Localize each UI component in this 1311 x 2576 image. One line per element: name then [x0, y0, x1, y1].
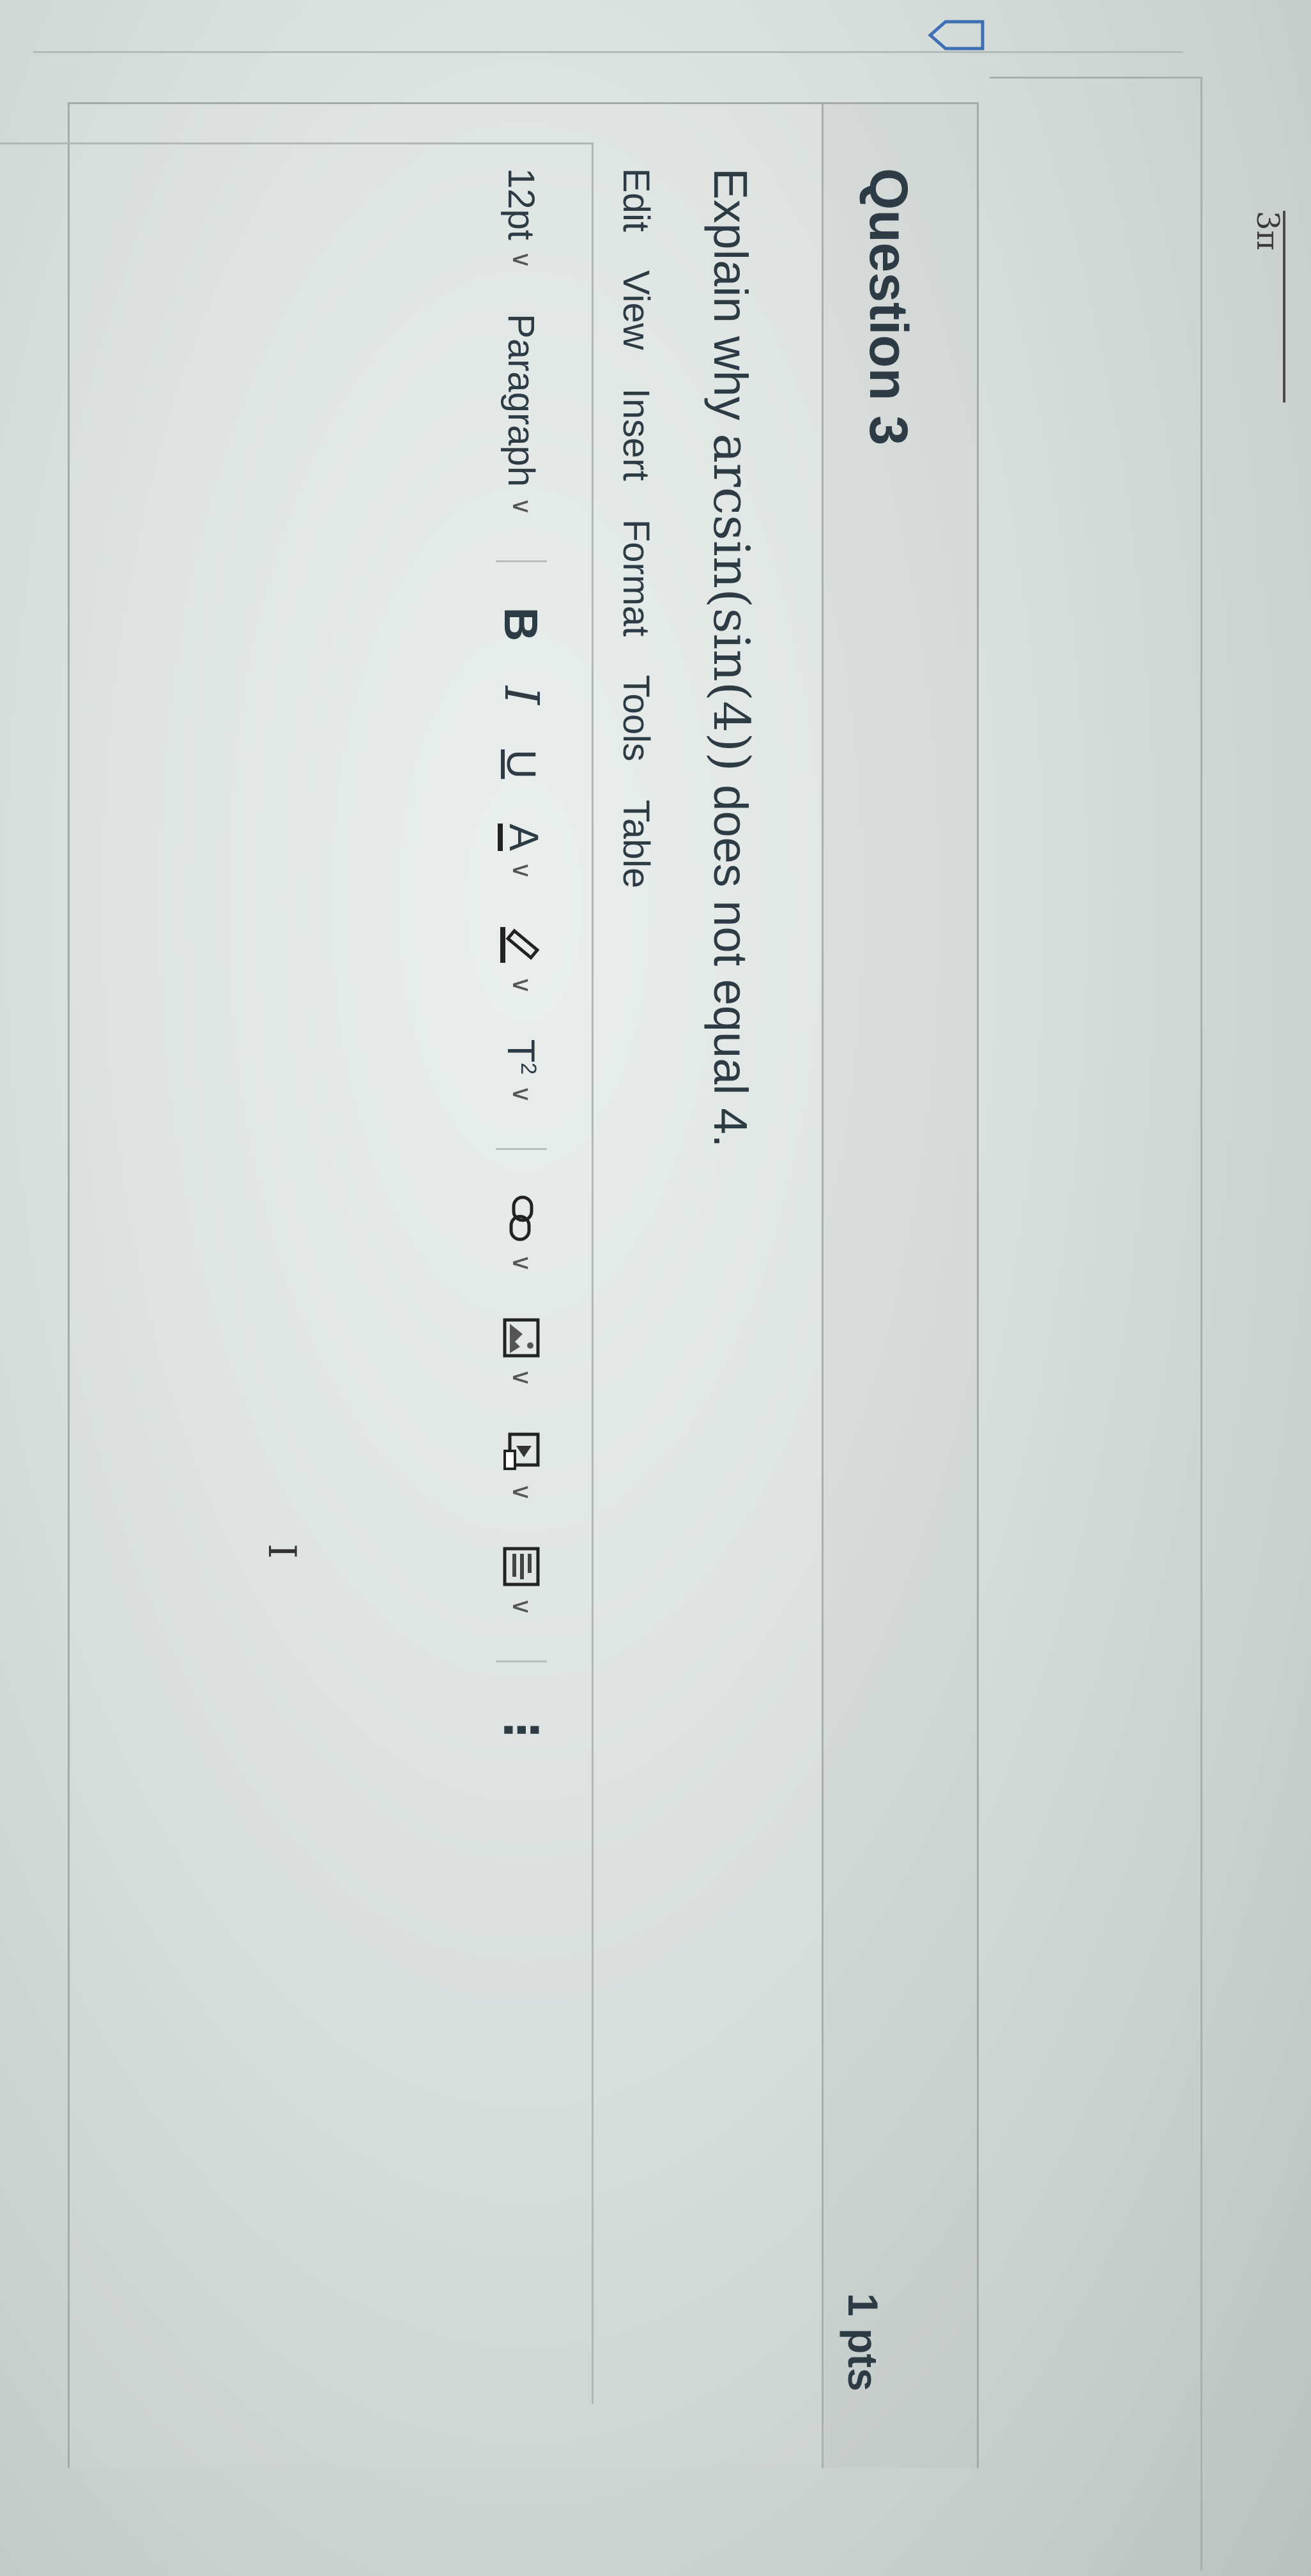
previous-answer-box [990, 77, 1202, 2570]
math-expression: arcsin(sin(4)) [702, 433, 760, 772]
question-text-prefix: Explain why [704, 168, 757, 434]
menu-tools[interactable]: Tools [615, 675, 657, 761]
font-size-value: 12pt [500, 168, 542, 240]
bold-button[interactable]: B [494, 607, 549, 641]
left-divider [33, 51, 1183, 53]
image-icon [503, 1318, 540, 1358]
link-icon [509, 1195, 533, 1241]
block-format-select[interactable]: Paragraph ∨ [500, 314, 543, 516]
document-button[interactable]: ∨ [502, 1546, 540, 1616]
question-header: Question 3 1 pts [822, 104, 977, 2468]
chevron-down-icon: ∨ [507, 1368, 535, 1387]
question-card: Question 3 1 pts Explain why arcsin(sin(… [0, 102, 979, 2468]
font-size-select[interactable]: 12pt ∨ [500, 168, 543, 269]
block-format-value: Paragraph [500, 314, 542, 487]
menu-format[interactable]: Format [615, 519, 657, 637]
chevron-down-icon: ∨ [507, 976, 535, 995]
chevron-down-icon: ∨ [507, 497, 535, 516]
menu-edit[interactable]: Edit [615, 168, 657, 232]
editor-menubar: Edit View Insert Format Tools Table [615, 168, 657, 888]
more-icon[interactable]: ⋮ [495, 1707, 548, 1748]
image-button[interactable]: ∨ [502, 1317, 540, 1387]
toolbar-divider [496, 560, 547, 563]
chevron-down-icon: ∨ [507, 861, 535, 880]
underline-button[interactable]: U [498, 749, 545, 779]
document-icon [503, 1547, 540, 1586]
chevron-down-icon: ∨ [507, 1085, 535, 1104]
superscript-mark: 2 [516, 1062, 541, 1075]
superscript-label: T [500, 1039, 543, 1063]
media-icon [503, 1432, 540, 1470]
text-cursor-icon: I [259, 1544, 304, 1559]
rich-content-editor: Edit View Insert Format Tools Table I 12… [0, 142, 657, 2417]
highlight-button[interactable]: ∨ [499, 924, 544, 994]
link-button[interactable]: ∨ [502, 1195, 540, 1273]
photo-background: 3π Question 3 1 pts Explain why arcsin(s… [0, 0, 1311, 2576]
screen: 3π Question 3 1 pts Explain why arcsin(s… [0, 0, 1311, 2576]
question-text: Explain why arcsin(sin(4)) does not equa… [702, 168, 760, 1147]
menu-insert[interactable]: Insert [615, 388, 657, 481]
menu-table[interactable]: Table [615, 800, 657, 889]
superscript-button[interactable]: T2 ∨ [500, 1039, 544, 1103]
fraction-denominator: 3π [1250, 211, 1285, 251]
flag-icon[interactable] [928, 19, 985, 51]
superscript-icon: T2 [500, 1039, 544, 1075]
editor-toolbar: 12pt ∨ Paragraph ∨ B I U A ∨ ∨ T2 ∨ ∨ ∨ … [494, 168, 549, 1793]
fraction-bar [1283, 211, 1285, 402]
italic-button[interactable]: I [494, 686, 549, 705]
question-title: Question 3 [859, 168, 919, 446]
question-points: 1 pts [839, 2292, 887, 2391]
text-color-icon: A [498, 824, 547, 851]
text-color-button[interactable]: A ∨ [498, 824, 547, 880]
toolbar-divider [496, 1148, 547, 1151]
chevron-down-icon: ∨ [507, 1482, 535, 1502]
menu-view[interactable]: View [615, 270, 657, 350]
toolbar-divider [496, 1660, 547, 1663]
chevron-down-icon: ∨ [507, 1597, 535, 1616]
question-text-suffix: does not equal 4. [704, 771, 757, 1148]
highlight-icon [500, 927, 540, 963]
chevron-down-icon: ∨ [507, 250, 535, 270]
fraction-fragment: 3π [1250, 211, 1285, 402]
media-button[interactable]: ∨ [502, 1432, 540, 1501]
chevron-down-icon: ∨ [507, 1254, 535, 1273]
